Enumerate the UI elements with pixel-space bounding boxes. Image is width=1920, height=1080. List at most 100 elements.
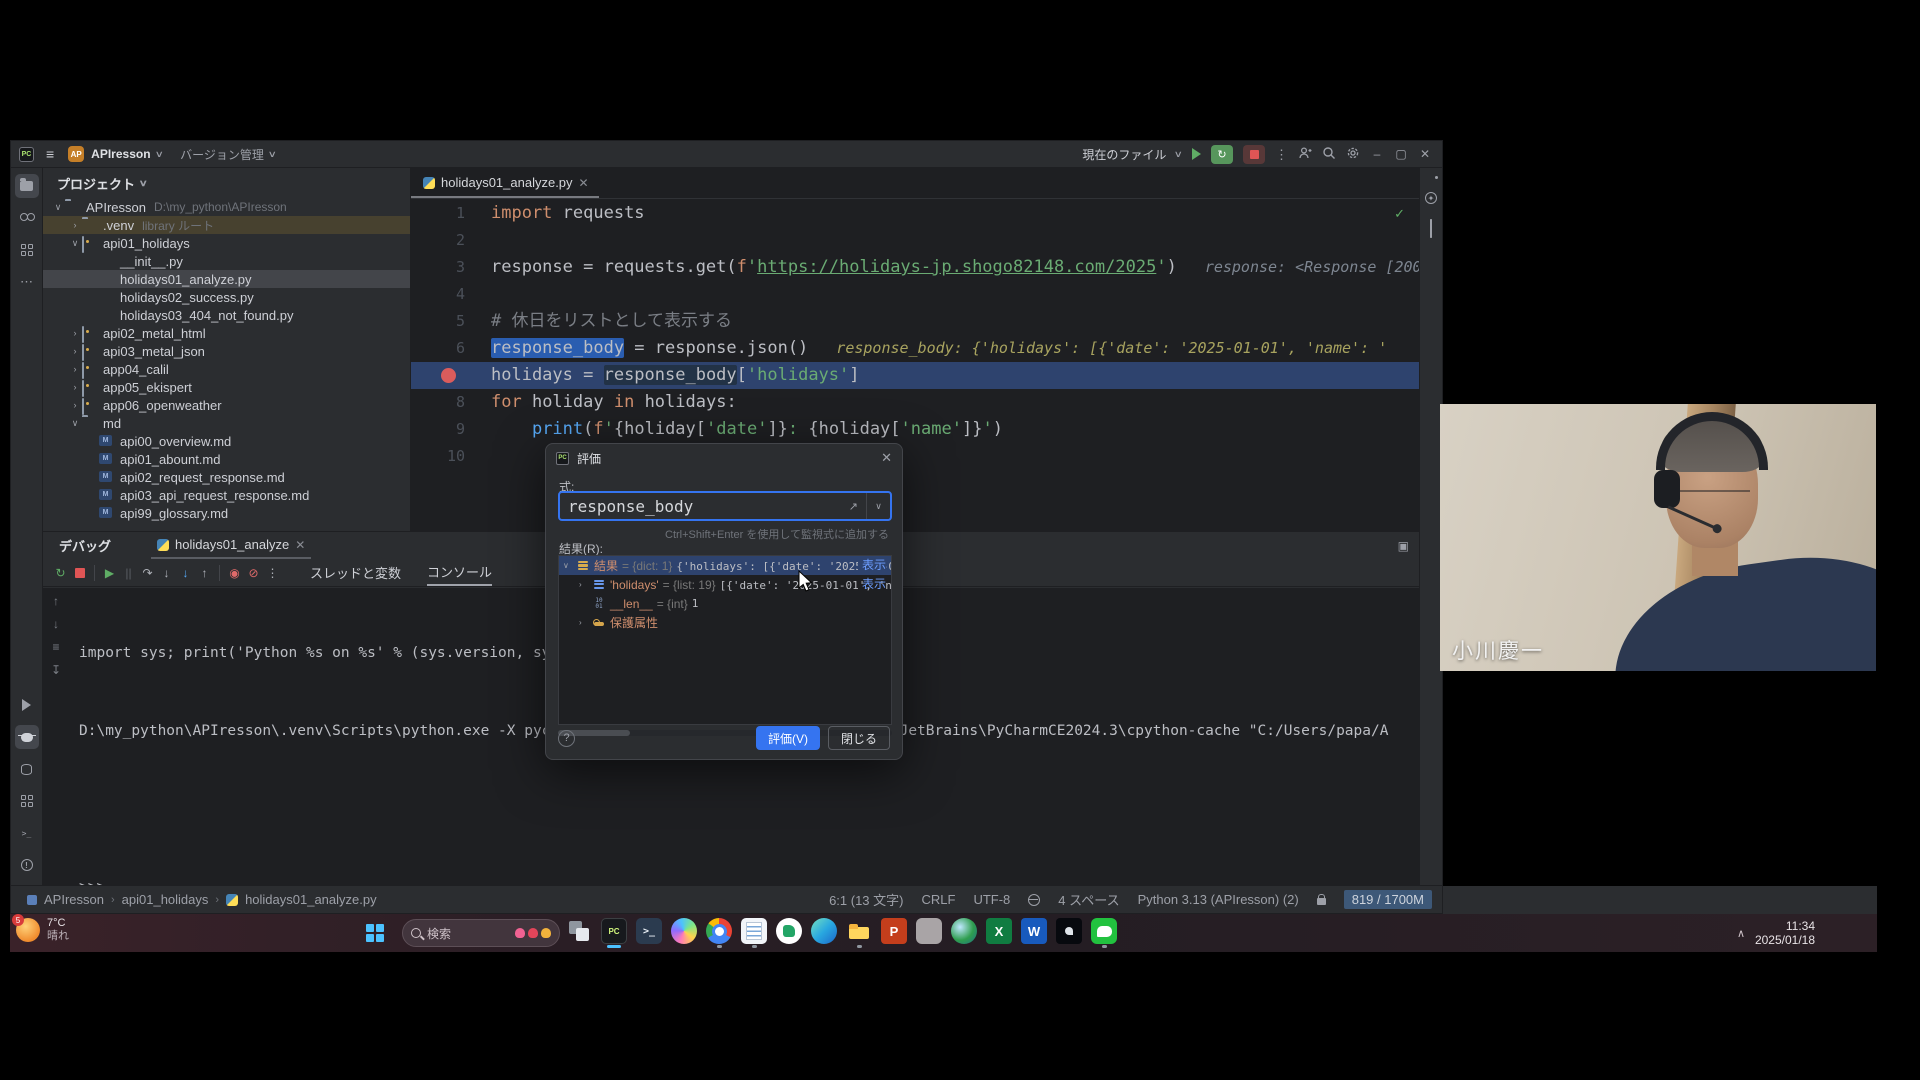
step-over-icon[interactable]: ↷ [138,563,157,582]
ai-assistant-icon[interactable]: ✦ [1425,192,1437,204]
scroll-down-icon[interactable]: ↓ [53,617,59,631]
chevron-down-icon[interactable]: ∨ [866,493,890,519]
expression-input[interactable]: response_body ↗ ∨ [558,491,892,521]
start-button[interactable] [366,924,384,942]
problems-icon[interactable]: ! [15,853,39,877]
show-value-link[interactable]: 表示 [858,556,886,575]
scroll-up-icon[interactable]: ↑ [53,594,59,608]
project-tree-item[interactable]: __init__.py [43,252,410,270]
search-icon[interactable] [1322,146,1336,162]
indent-style[interactable]: 4 スペース [1058,890,1119,909]
taskbar-pycharm-icon[interactable] [601,918,627,944]
help-button[interactable]: ? [558,730,575,747]
project-tree-item[interactable]: Mapi02_request_response.md [43,468,410,486]
close-button[interactable]: ✕ [1418,147,1432,161]
more-icon[interactable]: ⋯ [15,270,39,294]
add-user-icon[interactable] [1298,146,1312,162]
chevron-open-icon[interactable]: ∨ [68,238,82,249]
project-tree-item[interactable]: ›app04_calil [43,360,410,378]
project-tree-item[interactable]: ∨md [43,414,410,432]
chevron-closed-icon[interactable]: › [68,220,82,230]
debug-icon[interactable] [15,725,39,749]
chevron-closed-icon[interactable]: › [68,328,82,338]
show-value-link[interactable]: 表示 [858,575,886,594]
chevron-closed-icon[interactable]: › [68,364,82,374]
system-tray-chevron[interactable]: ∧ [1737,914,1745,952]
globe-icon[interactable] [1028,894,1040,906]
debug-panel-title[interactable]: デバッグ [59,536,111,555]
project-tree-item[interactable]: Mapi00_overview.md [43,432,410,450]
soft-wrap-icon[interactable]: ≡ [52,640,59,654]
debug-tab-console[interactable]: コンソール [427,559,492,586]
result-tree-row[interactable]: ∨結果 = {dict: 1}{'holidays': [{'date': '2… [559,556,891,575]
project-tree-item[interactable]: holidays03_404_not_found.py [43,306,410,324]
terminal-icon[interactable]: >_ [15,821,39,845]
project-tree-item[interactable]: ›app05_ekispert [43,378,410,396]
python-interpreter[interactable]: Python 3.13 (APIresson) (2) [1138,892,1299,907]
project-tree-item[interactable]: Mapi03_api_request_response.md [43,486,410,504]
chevron-closed-icon[interactable]: › [68,400,82,410]
chevron-closed-icon[interactable]: › [579,580,592,589]
main-menu-icon[interactable]: ≡ [46,147,54,161]
minimize-button[interactable]: – [1370,147,1384,161]
settings-gear-icon[interactable] [1346,146,1360,162]
view-breakpoints-icon[interactable]: ◉ [225,563,244,582]
chevron-open-icon[interactable]: ∨ [563,561,576,570]
pause-icon[interactable]: || [119,563,138,582]
force-step-into-icon[interactable]: ↓ [176,563,195,582]
weather-widget[interactable]: 5 7°C 晴れ [16,917,69,943]
evaluate-button[interactable]: 評価(V) [756,726,820,750]
taskbar-excel-icon[interactable] [986,918,1012,944]
code-view[interactable]: 1import requests23response = requests.ge… [411,200,1419,470]
mute-breakpoints-icon[interactable]: ⊘ [244,563,263,582]
editor-tab[interactable]: holidays01_analyze.py ✕ [411,175,599,198]
chevron-closed-icon[interactable]: › [68,346,82,356]
taskbar-chrome-icon[interactable] [706,918,732,944]
taskbar-evernote-icon[interactable] [776,918,802,944]
project-folder-icon[interactable] [15,174,39,198]
vcs-menu[interactable]: バージョン管理 [180,146,264,163]
project-tree-item[interactable]: holidays01_analyze.py [43,270,410,288]
database-icon[interactable] [15,757,39,781]
taskbar-clock[interactable]: 11:34 2025/01/18 [1755,919,1815,947]
layout-settings-icon[interactable]: ▣ [1398,539,1409,553]
taskbar-kindle-icon[interactable] [1056,918,1082,944]
project-tree-item[interactable]: ∨api01_holidays [43,234,410,252]
project-tree-item[interactable]: Mapi99_glossary.md [43,504,410,522]
chevron-closed-icon[interactable]: › [579,618,592,627]
taskbar-powerpoint-icon[interactable] [881,918,907,944]
project-tree-item[interactable]: Mapi01_abount.md [43,450,410,468]
close-tab-icon[interactable]: ✕ [579,176,589,190]
close-dialog-button[interactable]: 閉じる [828,726,890,750]
taskbar-globe-browser-icon[interactable] [951,918,977,944]
project-tree-item[interactable]: holidays02_success.py [43,288,410,306]
taskbar-search[interactable]: 検索 [402,919,560,947]
taskbar-word-icon[interactable] [1021,918,1047,944]
breakpoint-icon[interactable] [441,368,456,383]
close-icon[interactable]: ✕ [881,450,892,466]
services-icon[interactable] [15,789,39,813]
close-tab-icon[interactable]: ✕ [295,538,305,552]
taskbar-line-icon[interactable] [1091,918,1117,944]
project-tree-item[interactable]: ›.venvlibrary ルート [43,216,410,234]
chevron-open-icon[interactable]: ∨ [68,418,82,429]
result-tree-row[interactable]: ›'holidays' = {list: 19}[{'date': '2025-… [559,575,891,594]
breadcrumb[interactable]: APIresson › api01_holidays › holidays01_… [27,892,377,907]
chevron-open-icon[interactable]: ∨ [51,202,65,213]
project-avatar[interactable]: AP [68,146,84,162]
project-selector[interactable]: APIresson [91,147,150,161]
structure-icon[interactable] [15,238,39,262]
chevron-closed-icon[interactable]: › [68,382,82,392]
taskbar-copilot-icon[interactable] [671,918,697,944]
scroll-to-end-icon[interactable]: ↧ [51,663,61,677]
expand-icon[interactable]: ↗ [849,500,866,513]
run-configuration-selector[interactable]: 現在のファイル∨ [1082,146,1182,163]
taskbar-task-view-icon[interactable] [566,918,592,944]
taskbar-file-explorer-icon[interactable] [846,918,872,944]
taskbar-notepad-icon[interactable] [741,918,767,944]
project-tree-item[interactable]: ›app06_openweather [43,396,410,414]
step-into-icon[interactable]: ↓ [157,563,176,582]
maximize-button[interactable]: ▢ [1394,147,1408,161]
result-tree-row[interactable]: 1001__len__ = {int}1 [559,594,891,613]
memory-indicator[interactable]: 819 / 1700M [1344,890,1432,909]
